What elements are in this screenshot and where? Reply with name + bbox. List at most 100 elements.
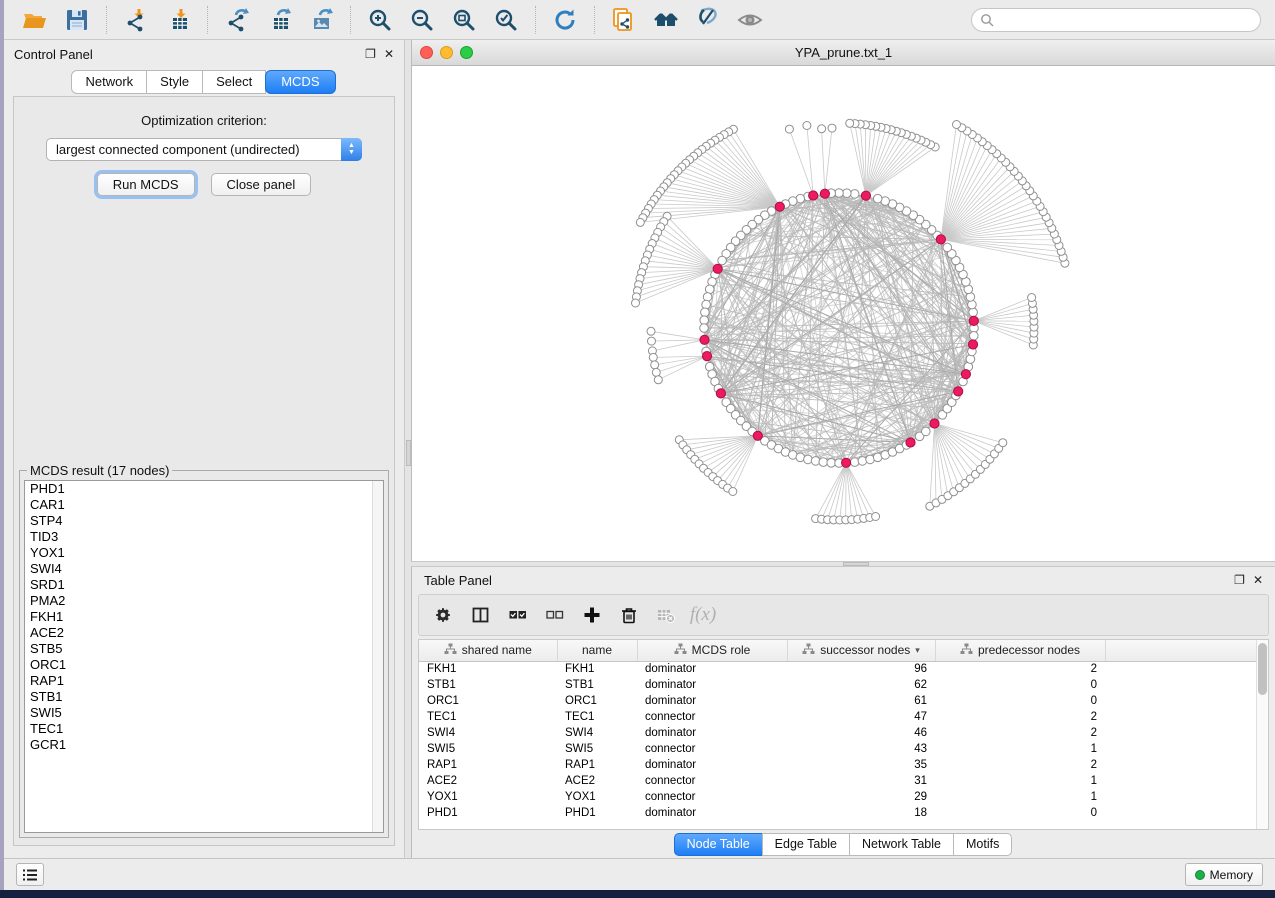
table-row[interactable]: ORC1ORC1dominator610	[419, 693, 1259, 709]
horizontal-splitter[interactable]	[411, 561, 1275, 567]
network-window-title: YPA_prune.txt_1	[412, 45, 1275, 60]
tab-motifs[interactable]: Motifs	[953, 833, 1012, 856]
main-area: Control Panel ❐ ✕ NetworkStyleSelectMCDS…	[4, 40, 1275, 858]
horizontal-splitter-handle[interactable]	[843, 562, 869, 566]
search-input[interactable]	[994, 13, 1252, 27]
vertical-splitter-handle[interactable]	[406, 440, 411, 466]
result-list-scrollbar[interactable]	[372, 481, 383, 832]
close-table-panel-icon[interactable]: ✕	[1253, 574, 1263, 586]
export-image-icon[interactable]	[304, 5, 338, 35]
mcds-result-item[interactable]: ORC1	[25, 657, 383, 673]
table-row[interactable]: FKH1FKH1dominator962	[419, 661, 1259, 677]
zoom-out-icon[interactable]	[405, 5, 439, 35]
zoom-fit-icon[interactable]	[447, 5, 481, 35]
unselect-all-icon[interactable]	[540, 600, 570, 630]
mcds-result-item[interactable]: ACE2	[25, 625, 383, 641]
mcds-result-item[interactable]: PMA2	[25, 593, 383, 609]
column-header-filler[interactable]	[1105, 640, 1259, 661]
network-window-titlebar: YPA_prune.txt_1	[412, 40, 1275, 66]
column-header-successor-nodes[interactable]: successor nodes▾	[787, 640, 935, 661]
clone-network-icon[interactable]	[607, 5, 641, 35]
tab-network[interactable]: Network	[71, 70, 147, 94]
open-icon[interactable]	[18, 5, 52, 35]
hide-details-icon[interactable]	[691, 5, 725, 35]
houses-icon[interactable]	[649, 5, 683, 35]
float-table-panel-icon[interactable]: ❐	[1234, 574, 1245, 586]
mcds-result-item[interactable]: CAR1	[25, 497, 383, 513]
table-row[interactable]: SWI5SWI5connector431	[419, 741, 1259, 757]
run-mcds-button[interactable]: Run MCDS	[97, 173, 195, 196]
column-header-shared-name[interactable]: shared name	[419, 640, 557, 661]
column-header-MCDS-role[interactable]: MCDS role	[637, 640, 787, 661]
memory-button[interactable]: Memory	[1185, 863, 1263, 886]
table-row[interactable]: STB1STB1dominator620	[419, 677, 1259, 693]
tab-node-table[interactable]: Node Table	[674, 833, 763, 856]
tab-style[interactable]: Style	[146, 70, 203, 94]
refresh-icon[interactable]	[548, 5, 582, 35]
control-panel-tabs: NetworkStyleSelectMCDS	[4, 68, 404, 94]
table-panel-tabs: Node TableEdge TableNetwork TableMotifs	[412, 830, 1275, 858]
trash-icon[interactable]	[614, 600, 644, 630]
toolbar-separator	[594, 6, 595, 34]
mcds-result-title: MCDS result (17 nodes)	[27, 463, 172, 478]
columns-icon[interactable]	[466, 600, 496, 630]
network-graph[interactable]	[412, 66, 1275, 561]
import-network-icon[interactable]	[119, 5, 153, 35]
table-row[interactable]: TEC1TEC1connector472	[419, 709, 1259, 725]
mcds-result-item[interactable]: TID3	[25, 529, 383, 545]
column-header-predecessor-nodes[interactable]: predecessor nodes	[935, 640, 1105, 661]
table-row[interactable]: SWI4SWI4dominator462	[419, 725, 1259, 741]
table-scrollbar[interactable]	[1256, 640, 1268, 829]
export-network-icon[interactable]	[220, 5, 254, 35]
mcds-result-item[interactable]: STB5	[25, 641, 383, 657]
float-panel-icon[interactable]: ❐	[365, 48, 376, 60]
tab-network-table[interactable]: Network Table	[849, 833, 954, 856]
mcds-result-item[interactable]: STB1	[25, 689, 383, 705]
mcds-tab-content: Optimization criterion: largest connecte…	[13, 96, 395, 846]
import-table-icon[interactable]	[161, 5, 195, 35]
table-panel: Table Panel ❐ ✕ f(x) shared namenameMCDS…	[411, 567, 1275, 858]
table-scrollbar-thumb[interactable]	[1258, 643, 1267, 695]
mcds-result-item[interactable]: SRD1	[25, 577, 383, 593]
close-panel-icon[interactable]: ✕	[384, 48, 394, 60]
mcds-result-item[interactable]: FKH1	[25, 609, 383, 625]
node-attribute-icon	[444, 643, 457, 658]
control-panel-title: Control Panel	[14, 47, 365, 62]
mcds-result-item[interactable]: RAP1	[25, 673, 383, 689]
tab-mcds[interactable]: MCDS	[265, 70, 335, 94]
task-history-button[interactable]	[16, 863, 44, 886]
mcds-result-item[interactable]: PHD1	[25, 481, 383, 497]
mcds-result-item[interactable]: SWI4	[25, 561, 383, 577]
show-eye-icon[interactable]	[733, 5, 767, 35]
mcds-result-item[interactable]: YOX1	[25, 545, 383, 561]
network-canvas[interactable]	[412, 66, 1275, 561]
tab-edge-table[interactable]: Edge Table	[762, 833, 850, 856]
table-row[interactable]: RAP1RAP1dominator352	[419, 757, 1259, 773]
optimization-criterion-dropdown[interactable]: largest connected component (undirected)…	[46, 138, 362, 161]
mcds-result-item[interactable]: TEC1	[25, 721, 383, 737]
right-column: YPA_prune.txt_1 Table Panel ❐	[411, 40, 1275, 858]
column-header-name[interactable]: name	[557, 640, 637, 661]
search-box[interactable]	[971, 8, 1261, 32]
save-icon[interactable]	[60, 5, 94, 35]
search-icon	[980, 13, 994, 27]
mcds-result-item[interactable]: SWI5	[25, 705, 383, 721]
table-row[interactable]: YOX1YOX1connector291	[419, 789, 1259, 805]
vertical-splitter[interactable]	[404, 40, 411, 858]
zoom-in-icon[interactable]	[363, 5, 397, 35]
export-table-icon[interactable]	[262, 5, 296, 35]
zoom-selected-icon[interactable]	[489, 5, 523, 35]
mcds-result-item[interactable]: GCR1	[25, 737, 383, 753]
close-panel-button[interactable]: Close panel	[211, 173, 312, 196]
toolbar-icons	[14, 5, 771, 35]
add-icon[interactable]	[577, 600, 607, 630]
memory-status-icon	[1195, 870, 1205, 880]
table-row[interactable]: PHD1PHD1dominator180	[419, 805, 1259, 821]
fx-icon: f(x)	[688, 600, 718, 630]
mcds-result-list[interactable]: PHD1CAR1STP4TID3YOX1SWI4SRD1PMA2FKH1ACE2…	[24, 480, 384, 833]
tab-select[interactable]: Select	[202, 70, 266, 94]
gear-icon[interactable]	[429, 600, 459, 630]
mcds-result-item[interactable]: STP4	[25, 513, 383, 529]
table-row[interactable]: ACE2ACE2connector311	[419, 773, 1259, 789]
select-all-icon[interactable]	[503, 600, 533, 630]
